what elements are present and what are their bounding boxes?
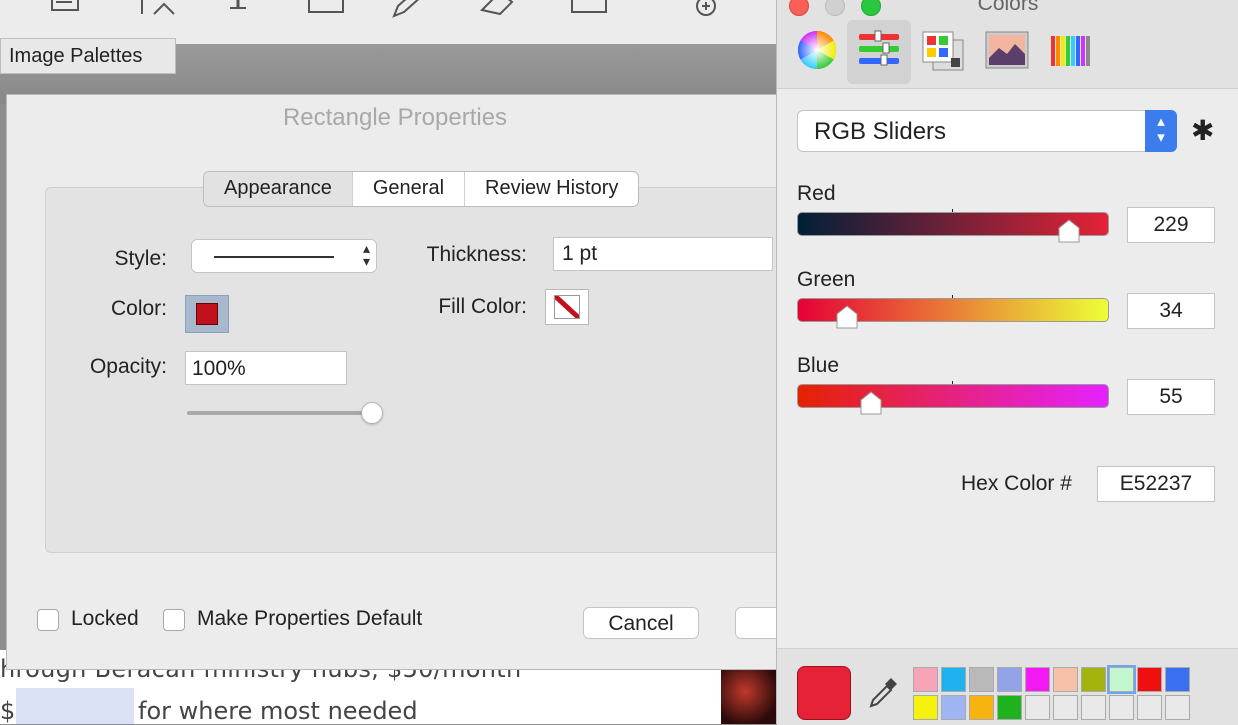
green-slider-knob[interactable] xyxy=(835,304,859,332)
palettes-icon[interactable] xyxy=(921,28,965,72)
tab-appearance[interactable]: Appearance xyxy=(204,172,353,206)
blue-value-field[interactable]: 55 xyxy=(1127,379,1215,415)
cancel-button[interactable]: Cancel xyxy=(583,607,699,639)
add-link-icon[interactable] xyxy=(680,0,720,18)
color-wheel-icon[interactable] xyxy=(795,28,839,72)
green-value-field[interactable]: 34 xyxy=(1127,293,1215,329)
opacity-slider-knob[interactable] xyxy=(361,402,383,424)
comment-tool-icon[interactable] xyxy=(46,0,86,18)
pencils-icon[interactable] xyxy=(1049,28,1093,72)
rectangle-tool-icon[interactable] xyxy=(306,0,346,18)
gear-icon[interactable]: ✱ xyxy=(1191,114,1214,147)
style-select[interactable]: ▴ ▾ xyxy=(191,239,377,273)
no-fill-icon xyxy=(554,295,580,319)
color-swatch[interactable] xyxy=(1081,695,1106,720)
hex-color-field[interactable]: E52237 xyxy=(1097,466,1215,502)
color-swatch[interactable] xyxy=(1053,695,1078,720)
color-mode-value: RGB Sliders xyxy=(814,118,947,145)
color-swatch[interactable] xyxy=(1137,695,1162,720)
text-callout-tool-icon[interactable] xyxy=(136,0,176,18)
solid-line-preview xyxy=(214,256,334,258)
image-palettes-label: Image Palettes xyxy=(0,38,176,74)
opacity-label: Opacity: xyxy=(89,355,167,378)
color-swatch[interactable] xyxy=(1107,665,1136,694)
colors-title: Colors xyxy=(977,0,1039,15)
text-tool-icon[interactable] xyxy=(220,0,260,18)
stroke-color-swatch xyxy=(196,303,218,325)
updown-arrow-icon: ▴ ▾ xyxy=(1145,110,1177,152)
eyedropper-icon[interactable] xyxy=(865,676,899,710)
color-swatch[interactable] xyxy=(1025,667,1050,692)
red-slider-knob[interactable] xyxy=(1057,218,1081,246)
color-swatch[interactable] xyxy=(1165,667,1190,692)
stamp-tool-icon[interactable] xyxy=(570,0,610,18)
rectangle-properties-dialog: Rectangle Properties Appearance General … xyxy=(6,94,795,670)
color-swatch[interactable] xyxy=(1053,667,1078,692)
make-default-checkbox[interactable] xyxy=(163,609,185,631)
thickness-label: Thickness: xyxy=(426,243,527,266)
blue-slider-knob[interactable] xyxy=(859,390,883,418)
color-swatch[interactable] xyxy=(997,695,1022,720)
blue-slider[interactable] xyxy=(797,384,1109,408)
blue-label: Blue xyxy=(797,354,840,377)
color-swatch[interactable] xyxy=(913,667,938,692)
color-label: Color: xyxy=(110,297,167,320)
opacity-slider-track[interactable] xyxy=(187,411,375,415)
colors-panel: Colors RGB Sliders ▴ ▾ ✱ Red 229 Green 3… xyxy=(776,0,1238,725)
fill-color-well[interactable] xyxy=(545,289,589,325)
sliders-icon[interactable] xyxy=(857,28,901,72)
color-swatch[interactable] xyxy=(1109,695,1134,720)
color-swatch[interactable] xyxy=(1137,667,1162,692)
color-swatch[interactable] xyxy=(913,695,938,720)
color-swatch[interactable] xyxy=(1165,695,1190,720)
hex-color-label: Hex Color # xyxy=(961,472,1072,495)
updown-chevron-icon: ▴ ▾ xyxy=(362,240,370,269)
amount-input[interactable] xyxy=(16,688,134,724)
make-default-label: Make Properties Default xyxy=(197,607,423,630)
locked-checkbox[interactable] xyxy=(37,609,59,631)
pencil-tool-icon[interactable] xyxy=(390,0,430,18)
color-swatch[interactable] xyxy=(941,695,966,720)
color-swatch[interactable] xyxy=(1081,667,1106,692)
tab-general[interactable]: General xyxy=(353,172,466,206)
color-swatch[interactable] xyxy=(1025,695,1050,720)
red-label: Red xyxy=(797,182,836,205)
stroke-color-well[interactable] xyxy=(185,295,229,333)
locked-label: Locked xyxy=(71,607,139,630)
image-palettes-icon[interactable] xyxy=(985,28,1029,72)
tab-bar: Appearance General Review History xyxy=(203,171,640,207)
opacity-field[interactable]: 100% xyxy=(185,351,347,385)
green-label: Green xyxy=(797,268,856,291)
color-swatch[interactable] xyxy=(941,667,966,692)
color-swatch[interactable] xyxy=(969,667,994,692)
color-swatch[interactable] xyxy=(997,667,1022,692)
red-value-field[interactable]: 229 xyxy=(1127,207,1215,243)
tab-review-history[interactable]: Review History xyxy=(465,172,638,206)
color-swatch[interactable] xyxy=(969,695,994,720)
document-text-line-2: for where most needed xyxy=(138,697,418,725)
style-label: Style: xyxy=(114,247,167,270)
current-color-well[interactable] xyxy=(797,666,851,720)
dialog-title: Rectangle Properties xyxy=(282,104,508,131)
thickness-field[interactable]: 1 pt xyxy=(553,237,773,271)
fill-color-label: Fill Color: xyxy=(438,295,527,318)
document-image xyxy=(721,670,781,724)
eraser-tool-icon[interactable] xyxy=(478,0,518,18)
color-mode-select[interactable]: RGB Sliders ▴ ▾ xyxy=(797,110,1177,152)
document-dollar-sign: $ xyxy=(0,697,16,725)
